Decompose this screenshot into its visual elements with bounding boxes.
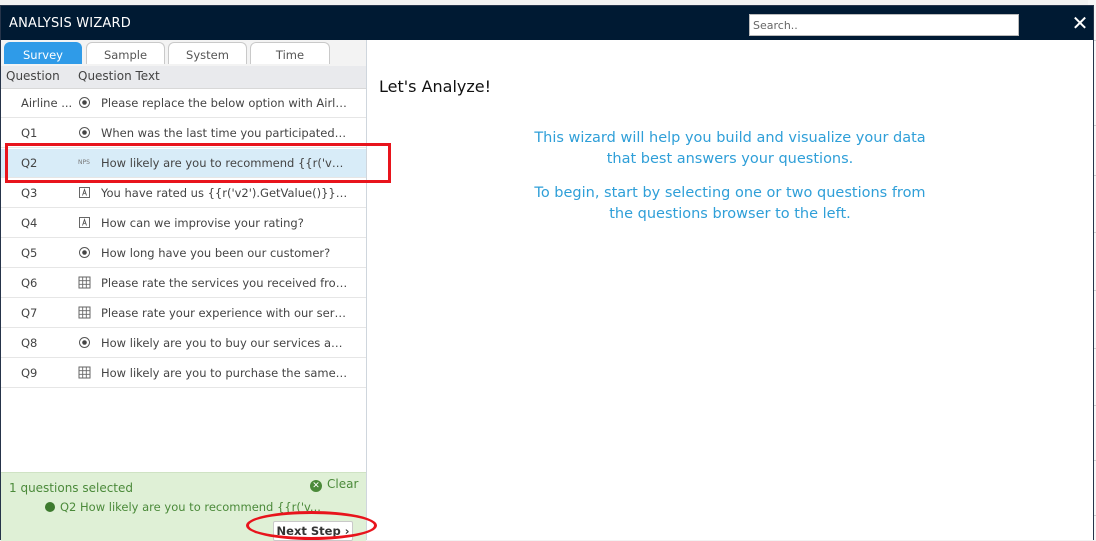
column-header: Question Question Text bbox=[1, 66, 366, 89]
question-row[interactable]: Airline ... Please replace the below opti… bbox=[1, 89, 366, 118]
question-id: Q8 bbox=[21, 336, 38, 350]
question-id: Q5 bbox=[21, 246, 38, 260]
next-step-button[interactable]: Next Step › bbox=[273, 521, 353, 541]
tab-bar: Survey Sample System Time bbox=[1, 40, 366, 66]
question-text: How likely are you to buy our services a… bbox=[101, 336, 349, 350]
question-row[interactable]: Q6 Please rate the services you received… bbox=[1, 269, 366, 298]
window-title: ANALYSIS WIZARD bbox=[9, 16, 131, 31]
question-row[interactable]: Q2 NPS How likely are you to recommend {{r… bbox=[1, 149, 366, 178]
grid-icon bbox=[78, 306, 91, 319]
selected-question-text: Q2 How likely are you to recommend {{r('… bbox=[60, 500, 321, 514]
title-bar: ANALYSIS WIZARD ✕ bbox=[1, 6, 1093, 40]
question-row[interactable]: Q5 How long have you been our customer? bbox=[1, 239, 366, 268]
question-row[interactable]: Q8 How likely are you to buy our services… bbox=[1, 329, 366, 358]
clear-x-icon: ✕ bbox=[310, 480, 322, 492]
main-panel: Let's Analyze! This wizard will help you… bbox=[367, 40, 1093, 540]
radio-icon bbox=[78, 336, 91, 349]
question-id: Q9 bbox=[21, 366, 38, 380]
question-row[interactable]: Q7 Please rate your experience with our s… bbox=[1, 299, 366, 328]
question-id: Q1 bbox=[21, 126, 38, 140]
intro-line-3: To begin, start by selecting one or two … bbox=[534, 185, 926, 201]
selected-question-item[interactable]: Q2 How likely are you to recommend {{r('… bbox=[45, 500, 321, 514]
column-question-text[interactable]: Question Text bbox=[78, 69, 160, 83]
selection-panel: 1 questions selected ✕ Clear Q2 How likel… bbox=[1, 472, 366, 541]
intro-paragraph-2: To begin, start by selecting one or two … bbox=[367, 183, 1093, 225]
intro-line-1: This wizard will help you build and visu… bbox=[534, 130, 926, 146]
question-row[interactable]: Q3 You have rated us {{r('v2').GetValue()… bbox=[1, 179, 366, 208]
grid-icon bbox=[78, 276, 91, 289]
question-text: You have rated us {{r('v2').GetValue()}}… bbox=[101, 186, 349, 200]
question-id: Q3 bbox=[21, 186, 38, 200]
intro-paragraph-1: This wizard will help you build and visu… bbox=[367, 128, 1093, 170]
question-id: Q6 bbox=[21, 276, 38, 290]
analysis-wizard-dialog: ANALYSIS WIZARD ✕ Survey Sample System T… bbox=[0, 5, 1094, 541]
intro-line-4: the questions browser to the left. bbox=[609, 206, 851, 222]
clear-button[interactable]: ✕ Clear bbox=[310, 477, 358, 492]
radio-icon bbox=[78, 246, 91, 259]
question-text: Please replace the below option with Air… bbox=[101, 96, 349, 110]
selected-dot-icon bbox=[45, 502, 55, 512]
tab-sample[interactable]: Sample bbox=[86, 42, 165, 64]
question-id: Q7 bbox=[21, 306, 38, 320]
question-row[interactable]: Q9 How likely are you to purchase the sam… bbox=[1, 359, 366, 388]
close-icon[interactable]: ✕ bbox=[1071, 13, 1089, 33]
radio-icon bbox=[78, 126, 91, 139]
text-icon bbox=[78, 186, 91, 199]
question-browser: Survey Sample System Time Question Quest… bbox=[1, 40, 367, 541]
question-id: Airline ... bbox=[21, 96, 73, 110]
page-heading: Let's Analyze! bbox=[379, 77, 492, 96]
question-row[interactable]: Q4 How can we improvise your rating? bbox=[1, 209, 366, 238]
question-row[interactable]: Q1 When was the last time you participate… bbox=[1, 119, 366, 148]
question-text: Please rate the services you received fr… bbox=[101, 276, 349, 290]
search-input[interactable] bbox=[749, 14, 1019, 36]
question-text: Please rate your experience with our ser… bbox=[101, 306, 349, 320]
column-question[interactable]: Question bbox=[6, 69, 60, 83]
tab-system[interactable]: System bbox=[168, 42, 247, 64]
nps-icon: NPS bbox=[78, 159, 90, 166]
question-text: When was the last time you participated … bbox=[101, 126, 349, 140]
question-text: How likely are you to recommend {{r('v22… bbox=[101, 156, 349, 170]
tab-survey[interactable]: Survey bbox=[4, 42, 82, 64]
question-id: Q4 bbox=[21, 216, 38, 230]
grid-icon bbox=[78, 366, 91, 379]
question-text: How likely are you to purchase the same … bbox=[101, 366, 349, 380]
question-text: How long have you been our customer? bbox=[101, 246, 331, 260]
radio-icon bbox=[78, 96, 91, 109]
text-icon bbox=[78, 216, 91, 229]
clear-label: Clear bbox=[327, 477, 359, 491]
question-text: How can we improvise your rating? bbox=[101, 216, 304, 230]
intro-line-2: that best answers your questions. bbox=[606, 151, 854, 167]
tab-time[interactable]: Time bbox=[250, 42, 330, 64]
question-id: Q2 bbox=[21, 156, 38, 170]
selection-count: 1 questions selected bbox=[9, 481, 134, 495]
